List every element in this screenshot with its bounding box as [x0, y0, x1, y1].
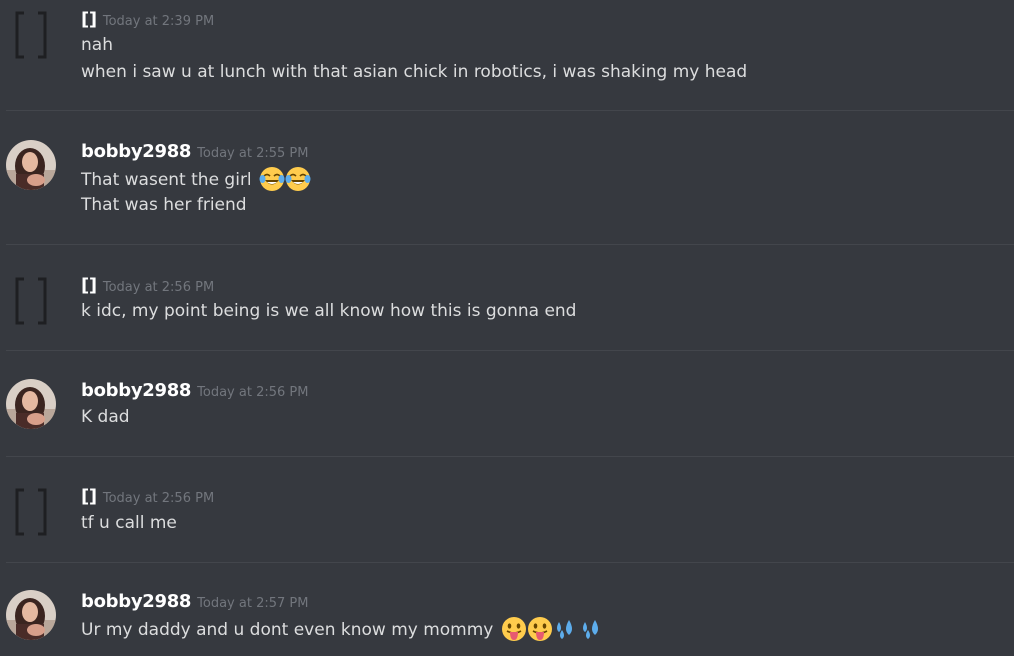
username[interactable]: bobby2988 — [81, 380, 191, 401]
username[interactable]: [] — [81, 486, 97, 507]
tongue-emoji — [527, 616, 553, 642]
message-text: That was her friend — [81, 195, 247, 215]
joy-emoji — [285, 166, 311, 192]
avatar-photo[interactable] — [6, 379, 56, 429]
divider — [6, 244, 1014, 245]
tongue-emoji — [501, 616, 527, 642]
message-text: k idc, my point being is we all know how… — [81, 301, 577, 321]
message-line: Ur my daddy and u dont even know my momm… — [81, 616, 605, 643]
divider — [6, 562, 1014, 563]
message-text: K dad — [81, 407, 130, 427]
avatar-brackets[interactable] — [12, 10, 62, 60]
avatar-photo[interactable] — [6, 140, 56, 190]
message-header: [] Today at 2:56 PM — [81, 487, 214, 509]
joy-emoji — [259, 166, 285, 192]
username[interactable]: [] — [81, 9, 97, 30]
message-text: nah — [81, 35, 113, 55]
timestamp[interactable]: Today at 2:57 PM — [197, 596, 308, 611]
sweat-droplets-emoji — [553, 616, 579, 642]
timestamp[interactable]: Today at 2:55 PM — [197, 146, 308, 161]
divider — [6, 350, 1014, 351]
message-text: That wasent the girl — [81, 170, 252, 190]
timestamp[interactable]: Today at 2:39 PM — [103, 14, 214, 29]
divider — [6, 110, 1014, 111]
username[interactable]: bobby2988 — [81, 591, 191, 612]
message-text: Ur my daddy and u dont even know my momm… — [81, 620, 494, 640]
avatar-brackets[interactable] — [12, 487, 62, 537]
divider — [6, 456, 1014, 457]
message-header: [] Today at 2:39 PM — [81, 10, 214, 32]
sweat-droplets-emoji — [579, 616, 605, 642]
timestamp[interactable]: Today at 2:56 PM — [103, 491, 214, 506]
message-text: when i saw u at lunch with that asian ch… — [81, 62, 748, 82]
message-header: [] Today at 2:56 PM — [81, 276, 214, 298]
username[interactable]: bobby2988 — [81, 141, 191, 162]
message-header: bobby2988 Today at 2:55 PM — [81, 142, 308, 164]
message-header: bobby2988 Today at 2:56 PM — [81, 381, 308, 403]
avatar-photo[interactable] — [6, 590, 56, 640]
message-line: That wasent the girl — [81, 166, 311, 193]
message-text: tf u call me — [81, 513, 177, 533]
avatar-brackets[interactable] — [12, 276, 62, 326]
timestamp[interactable]: Today at 2:56 PM — [103, 280, 214, 295]
message-header: bobby2988 Today at 2:57 PM — [81, 592, 308, 614]
chat-messages: [] Today at 2:39 PM nah when i saw u at l… — [0, 0, 1014, 656]
timestamp[interactable]: Today at 2:56 PM — [197, 385, 308, 400]
username[interactable]: [] — [81, 275, 97, 296]
